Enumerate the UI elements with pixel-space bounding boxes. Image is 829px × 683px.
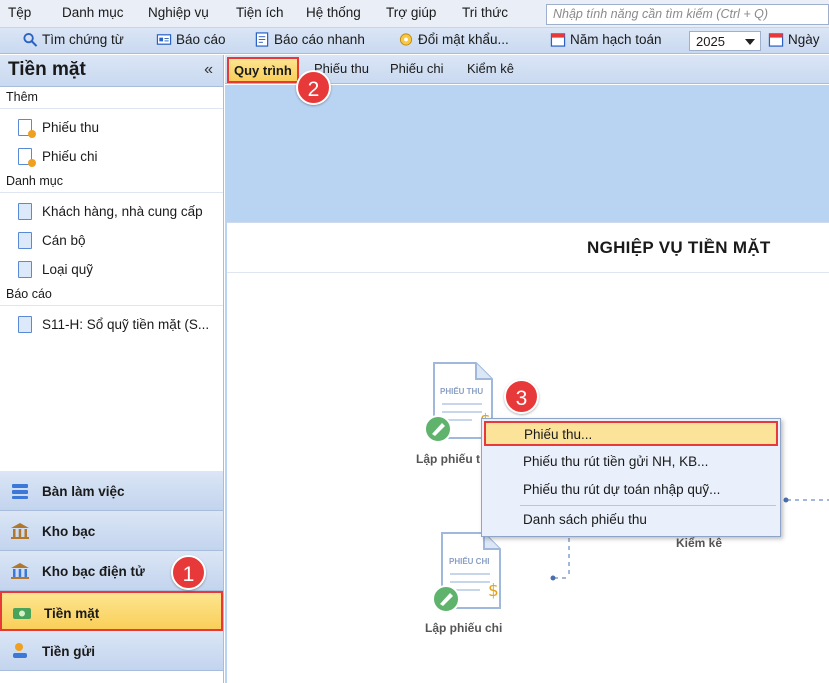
sidebar-item-receipt[interactable]: Phiếu thu: [18, 119, 100, 138]
menu-separator: [520, 505, 776, 506]
search-voucher-button[interactable]: Tìm chứng từ: [22, 32, 124, 47]
process-title: NGHIỆP VỤ TIỀN MẶT: [587, 238, 771, 257]
report-icon: [156, 34, 172, 45]
report-label: Báo cáo: [176, 32, 226, 47]
nav-label: Tiền gửi: [42, 644, 96, 659]
sidebar-item-label: Phiếu thu: [42, 120, 100, 135]
menu-item-receipt-budget-withdrawal[interactable]: Phiếu thu rút dự toán nhập quỹ...: [482, 478, 780, 503]
menu-knowledge[interactable]: Tri thức: [462, 5, 508, 20]
menu-utilities[interactable]: Tiện ích: [236, 5, 284, 20]
menu-system[interactable]: Hệ thống: [306, 5, 361, 20]
report-button[interactable]: Báo cáo: [156, 32, 226, 47]
menu-item-receipt-bank-withdrawal[interactable]: Phiếu thu rút tiền gửi NH, KB...: [482, 450, 780, 475]
tab-inventory[interactable]: Kiểm kê: [467, 61, 514, 76]
menu-bar: Tệp Danh mục Nghiệp vụ Tiện ích Hệ thống…: [0, 0, 829, 28]
sidebar-item-customers[interactable]: Khách hàng, nhà cung cấp: [18, 203, 203, 220]
nav-label: Bàn làm việc: [42, 484, 125, 499]
nav-desktop[interactable]: Bàn làm việc: [0, 471, 223, 511]
receipt-doc-caption: PHIẾU THU: [440, 387, 484, 396]
sidebar-item-fund-type[interactable]: Loại quỹ: [18, 261, 93, 278]
group-add: Thêm: [0, 87, 223, 109]
tab-process[interactable]: Quy trình: [227, 57, 299, 83]
sidebar-item-label: S11-H: Sổ quỹ tiền mặt (S...: [42, 317, 210, 332]
group-report: Báo cáo: [0, 284, 223, 306]
nav-label: Tiền mặt: [44, 606, 100, 621]
menu-item-receipt-list[interactable]: Danh sách phiếu thu: [482, 508, 780, 533]
menu-catalog[interactable]: Danh mục: [62, 5, 124, 20]
calendar-icon: [550, 33, 566, 47]
nav-treasury[interactable]: Kho bạc: [0, 511, 223, 551]
quick-report-icon: [255, 32, 269, 47]
calendar-icon: [768, 33, 784, 47]
change-password-button[interactable]: Đổi mật khẩu...: [398, 32, 509, 47]
e-bank-icon: [11, 563, 29, 579]
sidebar-item-payment[interactable]: Phiếu chi: [18, 148, 98, 167]
sidebar-item-label: Loại quỹ: [42, 262, 94, 277]
receipt-process-label: Lập phiếu t: [416, 452, 480, 466]
menu-item-receipt[interactable]: Phiếu thu...: [484, 421, 778, 446]
menu-operations[interactable]: Nghiệp vụ: [148, 5, 209, 20]
key-icon: [399, 33, 413, 46]
nav-label: Kho bạc điện tử: [42, 564, 145, 579]
deposit-icon: [13, 643, 27, 658]
menu-file[interactable]: Tệp: [8, 5, 31, 20]
payment-document-icon: $: [432, 532, 501, 613]
new-document-icon: [18, 148, 36, 167]
step-badge-2: 2: [296, 70, 331, 105]
document-icon: [18, 232, 32, 249]
sidebar-item-cash-book[interactable]: S11-H: Sổ quỹ tiền mặt (S...: [18, 316, 209, 333]
fiscal-year-label-wrap: Năm hạch toán: [550, 32, 662, 47]
left-panel-title: Tiền mặt: [8, 59, 86, 80]
document-icon: [18, 203, 32, 220]
divider: [227, 272, 829, 273]
step-badge-3: 3: [504, 379, 539, 414]
fiscal-year-select[interactable]: 2025: [689, 31, 761, 51]
left-panel-header: Tiền mặt «: [0, 55, 223, 87]
tab-payment[interactable]: Phiếu chi: [390, 61, 443, 76]
fiscal-year-value: 2025: [696, 34, 725, 49]
inventory-process-label: Kiểm kê: [676, 536, 723, 550]
desktop-icon: [12, 484, 28, 499]
document-icon: [18, 261, 32, 278]
sidebar-item-label: Phiếu chi: [42, 149, 98, 164]
sidebar-item-staff[interactable]: Cán bộ: [18, 232, 86, 249]
payment-process-node[interactable]: $: [428, 530, 508, 615]
sidebar-item-label: Cán bộ: [42, 233, 86, 248]
new-document-icon: [18, 119, 36, 138]
sidebar-item-label: Khách hàng, nhà cung cấp: [42, 204, 203, 219]
step-badge-1: 1: [171, 555, 206, 590]
date-button[interactable]: Ngày: [768, 32, 820, 47]
svg-text:$: $: [488, 581, 499, 601]
quick-report-button[interactable]: Báo cáo nhanh: [254, 32, 365, 47]
nav-label: Kho bạc: [42, 524, 96, 539]
date-label: Ngày: [788, 32, 820, 47]
menu-help[interactable]: Trợ giúp: [386, 5, 436, 20]
cash-icon: [13, 608, 31, 619]
fiscal-year-label: Năm hạch toán: [570, 32, 662, 47]
chevron-down-icon: [745, 39, 755, 45]
report-document-icon: [18, 316, 32, 333]
quick-report-label: Báo cáo nhanh: [274, 32, 365, 47]
feature-search-input[interactable]: Nhập tính năng cần tìm kiếm (Ctrl + Q): [546, 4, 829, 25]
bank-icon: [11, 523, 29, 539]
nav-deposit[interactable]: Tiền gửi: [0, 631, 223, 671]
change-password-label: Đổi mật khẩu...: [418, 32, 509, 47]
search-voucher-label: Tìm chứng từ: [42, 32, 124, 47]
nav-cash[interactable]: Tiền mặt: [0, 591, 223, 631]
toolbar: Tìm chứng từ Báo cáo Báo cáo nhanh Đổi m…: [0, 28, 829, 54]
receipt-context-menu: Phiếu thu... Phiếu thu rút tiền gửi NH, …: [481, 418, 781, 537]
payment-process-label: Lập phiếu chi: [425, 621, 503, 635]
payment-doc-caption: PHIẾU CHI: [449, 557, 490, 566]
collapse-panel-button[interactable]: «: [204, 61, 213, 79]
search-icon: [23, 32, 38, 47]
group-catalog: Danh mục: [0, 171, 223, 193]
